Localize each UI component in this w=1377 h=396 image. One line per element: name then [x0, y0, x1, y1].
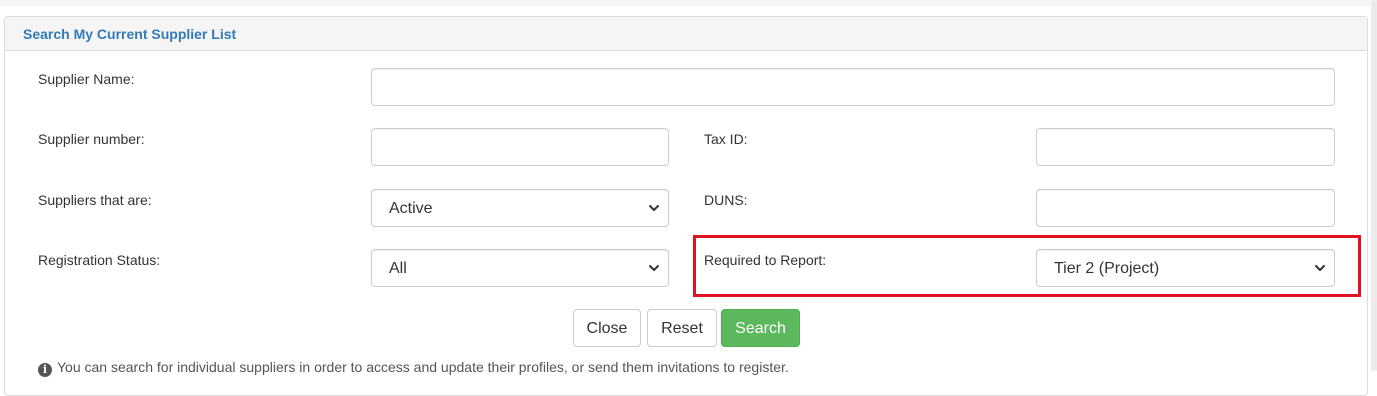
- tax-id-label: Tax ID:: [704, 131, 748, 147]
- duns-label: DUNS:: [704, 192, 748, 208]
- duns-input[interactable]: [1036, 189, 1335, 227]
- panel-heading: Search My Current Supplier List: [5, 17, 1367, 51]
- suppliers-status-label: Suppliers that are:: [38, 192, 152, 208]
- registration-status-label: Registration Status:: [38, 252, 161, 268]
- chevron-down-icon: [649, 265, 659, 271]
- supplier-name-input[interactable]: [371, 68, 1335, 106]
- top-strip: [0, 0, 1377, 6]
- suppliers-status-value: Active: [389, 200, 433, 217]
- info-message: i You can search for individual suppliers…: [38, 359, 789, 377]
- supplier-name-label: Supplier Name:: [38, 71, 135, 87]
- supplier-number-input[interactable]: [371, 128, 669, 166]
- page-scrollbar-shadow: [1371, 0, 1377, 371]
- search-button[interactable]: Search: [721, 309, 800, 347]
- chevron-down-icon: [649, 205, 659, 211]
- registration-status-select[interactable]: All: [371, 249, 669, 287]
- highlight-box: [693, 235, 1361, 297]
- tax-id-input[interactable]: [1036, 128, 1335, 166]
- reset-button[interactable]: Reset: [647, 309, 717, 347]
- supplier-number-label: Supplier number:: [38, 131, 145, 147]
- registration-status-value: All: [389, 260, 407, 277]
- panel-title: Search My Current Supplier List: [23, 26, 237, 42]
- info-circle-icon: i: [38, 363, 52, 377]
- info-text: You can search for individual suppliers …: [57, 359, 789, 375]
- close-button[interactable]: Close: [573, 309, 641, 347]
- suppliers-status-select[interactable]: Active: [371, 189, 669, 227]
